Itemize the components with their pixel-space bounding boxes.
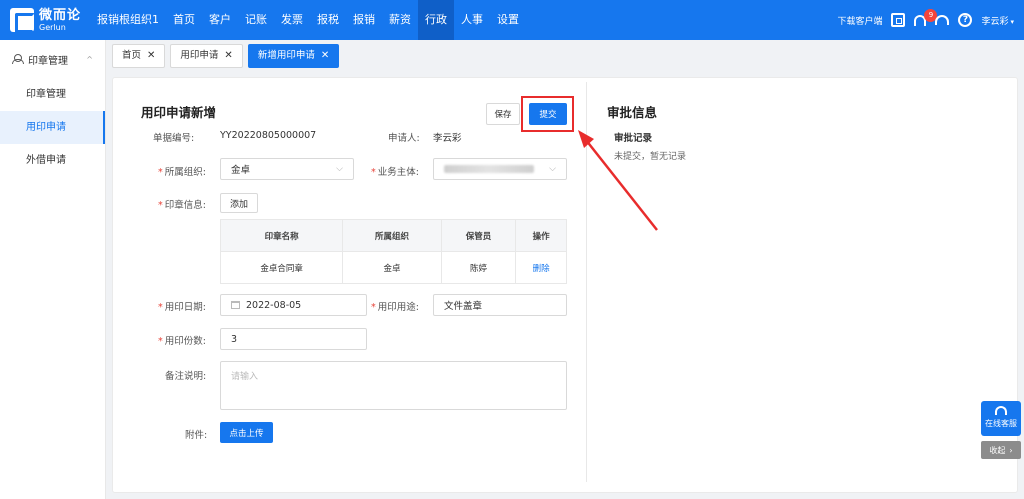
- doc-no-value: YY20220805000007: [220, 130, 317, 141]
- tab-label: 新增用印申请: [257, 50, 315, 61]
- collapse-label: 收起: [989, 445, 1006, 455]
- note-label: 备注说明:: [165, 371, 207, 382]
- applicant-value: 李云彩: [433, 133, 462, 144]
- panel-divider: [586, 82, 587, 482]
- purpose-input[interactable]: 文件盖章: [433, 294, 567, 316]
- approval-record-title: 审批记录: [614, 133, 653, 144]
- sidebar-item-seal-manage[interactable]: 印章管理: [0, 78, 105, 111]
- chevron-down-icon: ⌵: [549, 164, 556, 174]
- date-label: * 用印日期:: [158, 302, 206, 313]
- download-client-link[interactable]: 下载客户端: [837, 14, 882, 27]
- bell-icon[interactable]: 9: [914, 8, 938, 26]
- tab-new-seal-apply[interactable]: 新增用印申请 ✕: [247, 44, 340, 68]
- top-nav-bar: 微而论 Gerlun 报销根组织1 首页 客户 记账 发票 报税 报销 薪资 行…: [0, 0, 1024, 40]
- sidebar-group-seal[interactable]: 印章管理 ^: [0, 40, 105, 78]
- sidebar: 印章管理 ^ 印章管理 用印申请 外借申请: [0, 40, 106, 499]
- org-select[interactable]: 金卓 ⌵: [220, 158, 354, 180]
- save-button[interactable]: 保存: [486, 103, 520, 125]
- count-input[interactable]: 3: [220, 328, 367, 350]
- cell-seal-name: 金卓合同章: [219, 251, 344, 284]
- note-textarea[interactable]: [220, 361, 567, 410]
- headset-icon[interactable]: [935, 15, 950, 25]
- nav-item-bookkeeping[interactable]: 记账: [238, 0, 274, 40]
- nav-item-invoice[interactable]: 发票: [274, 0, 310, 40]
- calendar-icon: [231, 301, 240, 309]
- main-card: 用印申请新增 保存 提交 单据编号: YY20220805000007 申请人:…: [112, 77, 1018, 493]
- upload-button[interactable]: 点击上传: [220, 422, 273, 443]
- logo-icon: [10, 8, 35, 33]
- person-icon: [12, 54, 24, 64]
- count-label: * 用印份数:: [158, 336, 206, 347]
- approval-title: 审批信息: [607, 105, 658, 120]
- table-header-row: 印章名称 所属组织 保管员 操作: [219, 219, 567, 252]
- biz-label: * 业务主体:: [371, 167, 419, 178]
- brand-logo[interactable]: 微而论 Gerlun: [0, 0, 90, 40]
- close-icon[interactable]: ✕: [321, 45, 329, 67]
- main-nav: 报销根组织1 首页 客户 记账 发票 报税 报销 薪资 行政 人事 设置: [90, 0, 526, 40]
- blurred-value: [444, 165, 534, 173]
- sidebar-group-label: 印章管理: [28, 55, 68, 67]
- col-org: 所属组织: [342, 219, 442, 252]
- online-service-button[interactable]: 在线客服: [981, 401, 1021, 436]
- tab-label: 首页: [122, 50, 142, 61]
- purpose-value: 文件盖章: [444, 301, 483, 312]
- online-service-label: 在线客服: [985, 419, 1017, 428]
- count-value: 3: [231, 333, 238, 345]
- add-seal-button[interactable]: 添加: [220, 193, 258, 213]
- tab-home[interactable]: 首页 ✕: [112, 44, 166, 68]
- user-name: 李云彩: [981, 16, 1009, 27]
- doc-no-label: 单据编号:: [153, 133, 195, 144]
- nav-item-payroll[interactable]: 薪资: [382, 0, 418, 40]
- page-title: 用印申请新增: [141, 105, 217, 120]
- collapse-button[interactable]: 收起 ›: [981, 441, 1021, 459]
- table-row: 金卓合同章 金卓 陈婷 删除: [219, 251, 567, 284]
- col-seal-name: 印章名称: [219, 219, 344, 252]
- help-icon[interactable]: ?: [958, 13, 973, 27]
- close-icon[interactable]: ✕: [147, 45, 155, 67]
- org-select-value: 金卓: [231, 165, 251, 176]
- applicant-label: 申请人:: [388, 133, 420, 144]
- nav-item-settings[interactable]: 设置: [490, 0, 526, 40]
- sidebar-item-lend-apply[interactable]: 外借申请: [0, 144, 105, 177]
- nav-item-org[interactable]: 报销根组织1: [90, 0, 166, 40]
- cell-action: 删除: [515, 251, 567, 284]
- nav-item-admin[interactable]: 行政: [418, 0, 454, 40]
- org-label: * 所属组织:: [158, 167, 206, 178]
- chevron-right-icon: ›: [1009, 445, 1013, 455]
- seal-info-label: * 印章信息:: [158, 200, 206, 211]
- approval-record-text: 未提交，暂无记录: [614, 152, 687, 162]
- logo-subname: Gerlun: [39, 22, 66, 32]
- top-right-tools: 下载客户端 9 ? 李云彩 ▾: [837, 0, 1014, 40]
- page-tabs: 首页 ✕ 用印申请 ✕ 新增用印申请 ✕: [112, 44, 340, 68]
- attach-label: 附件:: [185, 430, 208, 441]
- col-keeper: 保管员: [440, 219, 517, 252]
- biz-select[interactable]: ⌵: [433, 158, 567, 180]
- nav-item-customer[interactable]: 客户: [202, 0, 238, 40]
- chevron-down-icon: ⌵: [336, 164, 343, 174]
- headset-icon: [995, 406, 1007, 415]
- cell-org: 金卓: [342, 251, 442, 284]
- tab-seal-apply[interactable]: 用印申请 ✕: [170, 44, 243, 68]
- seal-table: 印章名称 所属组织 保管员 操作 金卓合同章 金卓 陈婷 删除: [219, 219, 567, 284]
- delete-link[interactable]: 删除: [533, 264, 550, 274]
- nav-item-reimburse[interactable]: 报销: [346, 0, 382, 40]
- logo-name: 微而论: [39, 7, 82, 23]
- chevron-down-icon: ▾: [1010, 17, 1014, 26]
- sidebar-item-seal-apply[interactable]: 用印申请: [0, 111, 105, 144]
- user-menu[interactable]: 李云彩 ▾: [981, 14, 1014, 27]
- nav-item-home[interactable]: 首页: [166, 0, 202, 40]
- nav-item-tax[interactable]: 报税: [310, 0, 346, 40]
- scan-icon[interactable]: [891, 13, 906, 27]
- nav-item-hr[interactable]: 人事: [454, 0, 490, 40]
- purpose-label: * 用印用途:: [371, 302, 419, 313]
- col-action: 操作: [515, 219, 567, 252]
- close-icon[interactable]: ✕: [224, 45, 232, 67]
- date-picker[interactable]: 2022-08-05: [220, 294, 367, 316]
- date-value: 2022-08-05: [246, 299, 302, 311]
- tab-label: 用印申请: [180, 50, 219, 61]
- cell-keeper: 陈婷: [440, 251, 517, 284]
- chevron-up-icon: ^: [86, 54, 93, 64]
- highlight-box: [521, 96, 574, 132]
